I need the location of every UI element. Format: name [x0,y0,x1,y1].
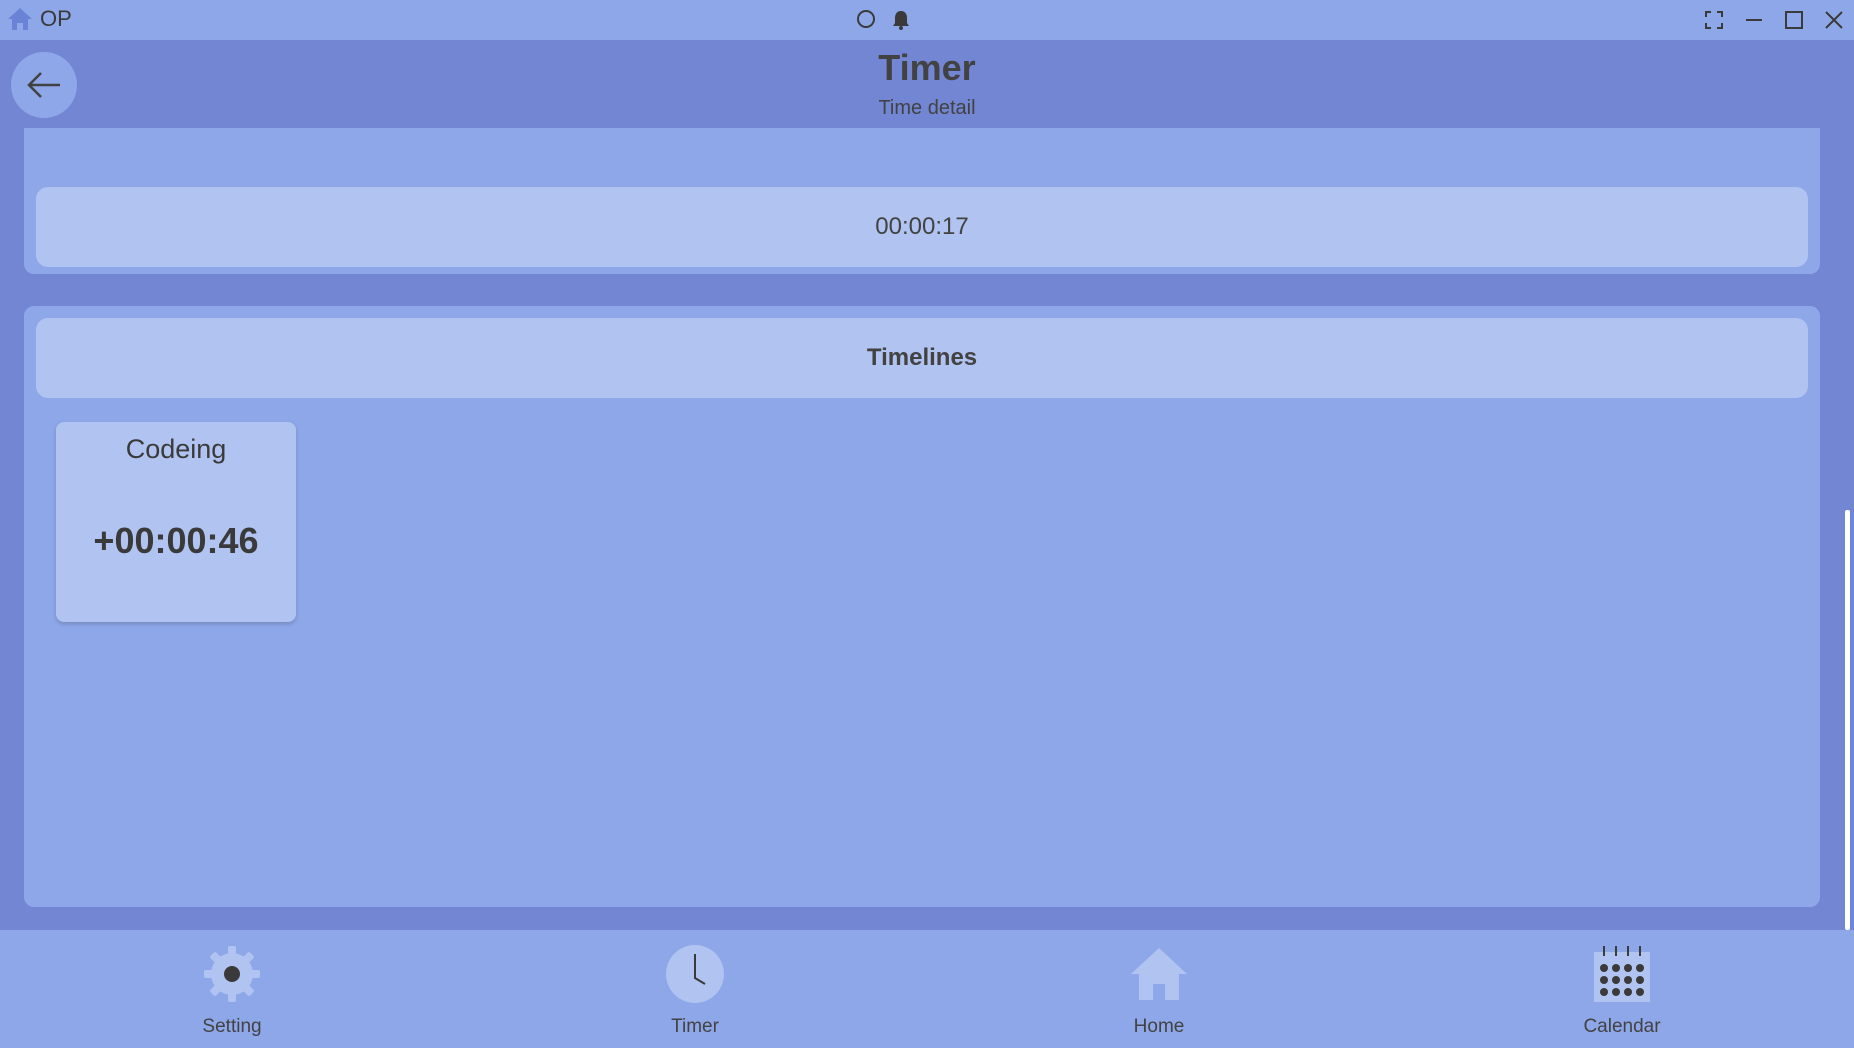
fullscreen-button[interactable] [1694,0,1734,40]
fullscreen-icon [1705,11,1723,29]
timeline-item[interactable]: Codeing +00:00:46 [56,422,296,622]
bell-icon[interactable] [890,9,912,31]
nav-item-calendar[interactable]: Calendar [1542,944,1702,1038]
nav-item-home[interactable]: Home [1079,944,1239,1038]
calendar-icon [1592,944,1652,1004]
minimize-icon [1746,19,1762,21]
nav-label-calendar: Calendar [1583,1016,1661,1037]
nav-label-home: Home [1133,1016,1185,1037]
gear-icon [202,944,262,1004]
window-controls [1694,0,1854,40]
home-icon [8,8,32,30]
page-header: Timer Time detail [0,40,1854,128]
app-name: OP [40,6,72,31]
vertical-scrollbar[interactable] [1845,510,1850,930]
timeline-name: Codeing [125,434,227,464]
nav-label-setting: Setting [202,1016,262,1037]
timeline-time: +00:00:46 [93,520,259,561]
titlebar-actions [856,9,912,31]
close-button[interactable] [1814,0,1854,40]
app-brand: OP [6,6,72,32]
search-icon[interactable] [856,9,878,31]
page-title: Timer [878,47,976,88]
minimize-button[interactable] [1734,0,1774,40]
close-icon [1825,11,1843,29]
clock-icon [665,944,725,1004]
timelines-heading: Timelines [36,318,1808,398]
page-subtitle: Time detail [878,97,976,119]
elapsed-card: 00:00:17 [24,128,1820,274]
nav-item-timer[interactable]: Timer [615,944,775,1038]
maximize-icon [1785,11,1803,29]
timelines-card: Timelines Codeing +00:00:46 [24,306,1820,907]
bottom-navigation: Setting Timer Home Calendar [0,930,1854,1048]
main-content[interactable]: 00:00:17 Timelines Codeing +00:00:46 [0,128,1854,930]
window-titlebar: OP [0,0,1854,40]
nav-label-timer: Timer [671,1016,719,1037]
elapsed-time: 00:00:17 [36,187,1808,267]
home-icon [1129,944,1189,1004]
nav-item-setting[interactable]: Setting [152,944,312,1038]
maximize-button[interactable] [1774,0,1814,40]
